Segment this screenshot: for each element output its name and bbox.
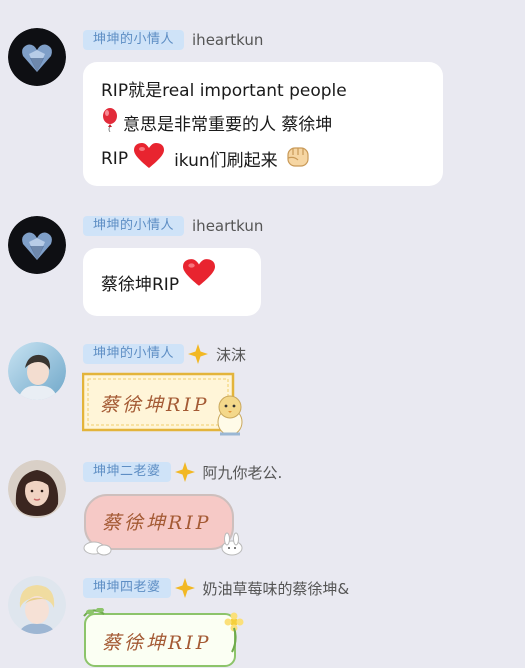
avatar[interactable]: [8, 342, 66, 400]
message-line: RIP ikun们刷起来: [101, 142, 312, 175]
message-header: 坤坤的小情人 iheartkun: [83, 28, 263, 52]
user-title-badge: 坤坤的小情人: [83, 30, 185, 50]
chat-message: 坤坤四老婆 奶油草莓味的蔡徐坤& 蔡徐坤RIP: [0, 570, 525, 667]
message-text: RIP: [101, 148, 129, 169]
avatar[interactable]: [8, 460, 66, 518]
avatar[interactable]: [8, 216, 66, 274]
balloon-icon: [101, 108, 119, 137]
chick-icon: [217, 395, 243, 436]
message-line: 蔡徐坤RIP: [101, 259, 216, 295]
message-header: 坤坤四老婆 奶油草莓味的蔡徐坤&: [83, 576, 349, 600]
message-header: 坤坤的小情人 iheartkun: [83, 214, 263, 238]
red-heart-icon: [183, 259, 216, 292]
red-heart-icon: [134, 143, 165, 174]
user-title-badge: 坤坤四老婆: [83, 578, 171, 598]
user-title-badge: 坤坤的小情人: [83, 216, 185, 236]
blond-photo-avatar: [8, 576, 66, 634]
message-text: 蔡徐坤RIP: [101, 275, 180, 295]
message-text: 意思是非常重要的人 蔡徐坤: [123, 115, 333, 135]
message-text: ikun们刷起来: [174, 151, 278, 171]
username[interactable]: iheartkun: [192, 31, 263, 49]
chat-message: 坤坤的小情人 iheartkun RIP就是real important peo…: [0, 0, 525, 200]
avatar[interactable]: [8, 576, 66, 634]
dark-heart-avatar: [8, 216, 66, 274]
chat-message: 坤坤的小情人 沫沫 蔡徐坤RIP: [0, 328, 525, 452]
girl-photo-avatar: [8, 460, 66, 518]
rip-sticker[interactable]: 蔡徐坤RIP: [82, 372, 252, 442]
username[interactable]: 奶油草莓味的蔡徐坤&: [203, 578, 350, 599]
rip-sticker[interactable]: 蔡徐坤RIP: [82, 492, 252, 560]
star-icon: [174, 462, 195, 482]
boy-photo-avatar: [8, 342, 66, 400]
message-line: RIP就是real important people: [101, 76, 347, 101]
username[interactable]: 阿九你老公.: [203, 462, 283, 483]
user-title-badge: 坤坤二老婆: [83, 462, 171, 482]
sticker-text: 蔡徐坤RIP: [102, 512, 212, 534]
message-bubble[interactable]: RIP就是real important people 意思是非常重要的人 蔡徐坤…: [83, 62, 443, 186]
sticker-text: 蔡徐坤RIP: [102, 632, 212, 654]
user-title-badge: 坤坤的小情人: [83, 344, 185, 364]
sticker-text: 蔡徐坤RIP: [100, 394, 210, 416]
avatar[interactable]: [8, 28, 66, 86]
star-icon: [174, 578, 195, 598]
message-text: RIP就是real important people: [101, 81, 347, 101]
message-header: 坤坤的小情人 沫沫: [83, 342, 246, 366]
message-line: 意思是非常重要的人 蔡徐坤: [101, 108, 332, 137]
star-icon: [188, 344, 209, 364]
username[interactable]: iheartkun: [192, 217, 263, 235]
username[interactable]: 沫沫: [216, 344, 246, 365]
message-header: 坤坤二老婆 阿九你老公.: [83, 460, 282, 484]
message-bubble[interactable]: 蔡徐坤RIP: [83, 248, 261, 316]
chat-message-list[interactable]: 坤坤的小情人 iheartkun RIP就是real important peo…: [0, 0, 525, 667]
chat-message: 坤坤二老婆 阿九你老公. 蔡徐坤RIP: [0, 452, 525, 570]
chat-message: 坤坤的小情人 iheartkun 蔡徐坤RIP: [0, 200, 525, 328]
fist-icon: [284, 142, 312, 175]
rip-sticker[interactable]: 蔡徐坤RIP: [82, 608, 252, 667]
dark-heart-avatar: [8, 28, 66, 86]
